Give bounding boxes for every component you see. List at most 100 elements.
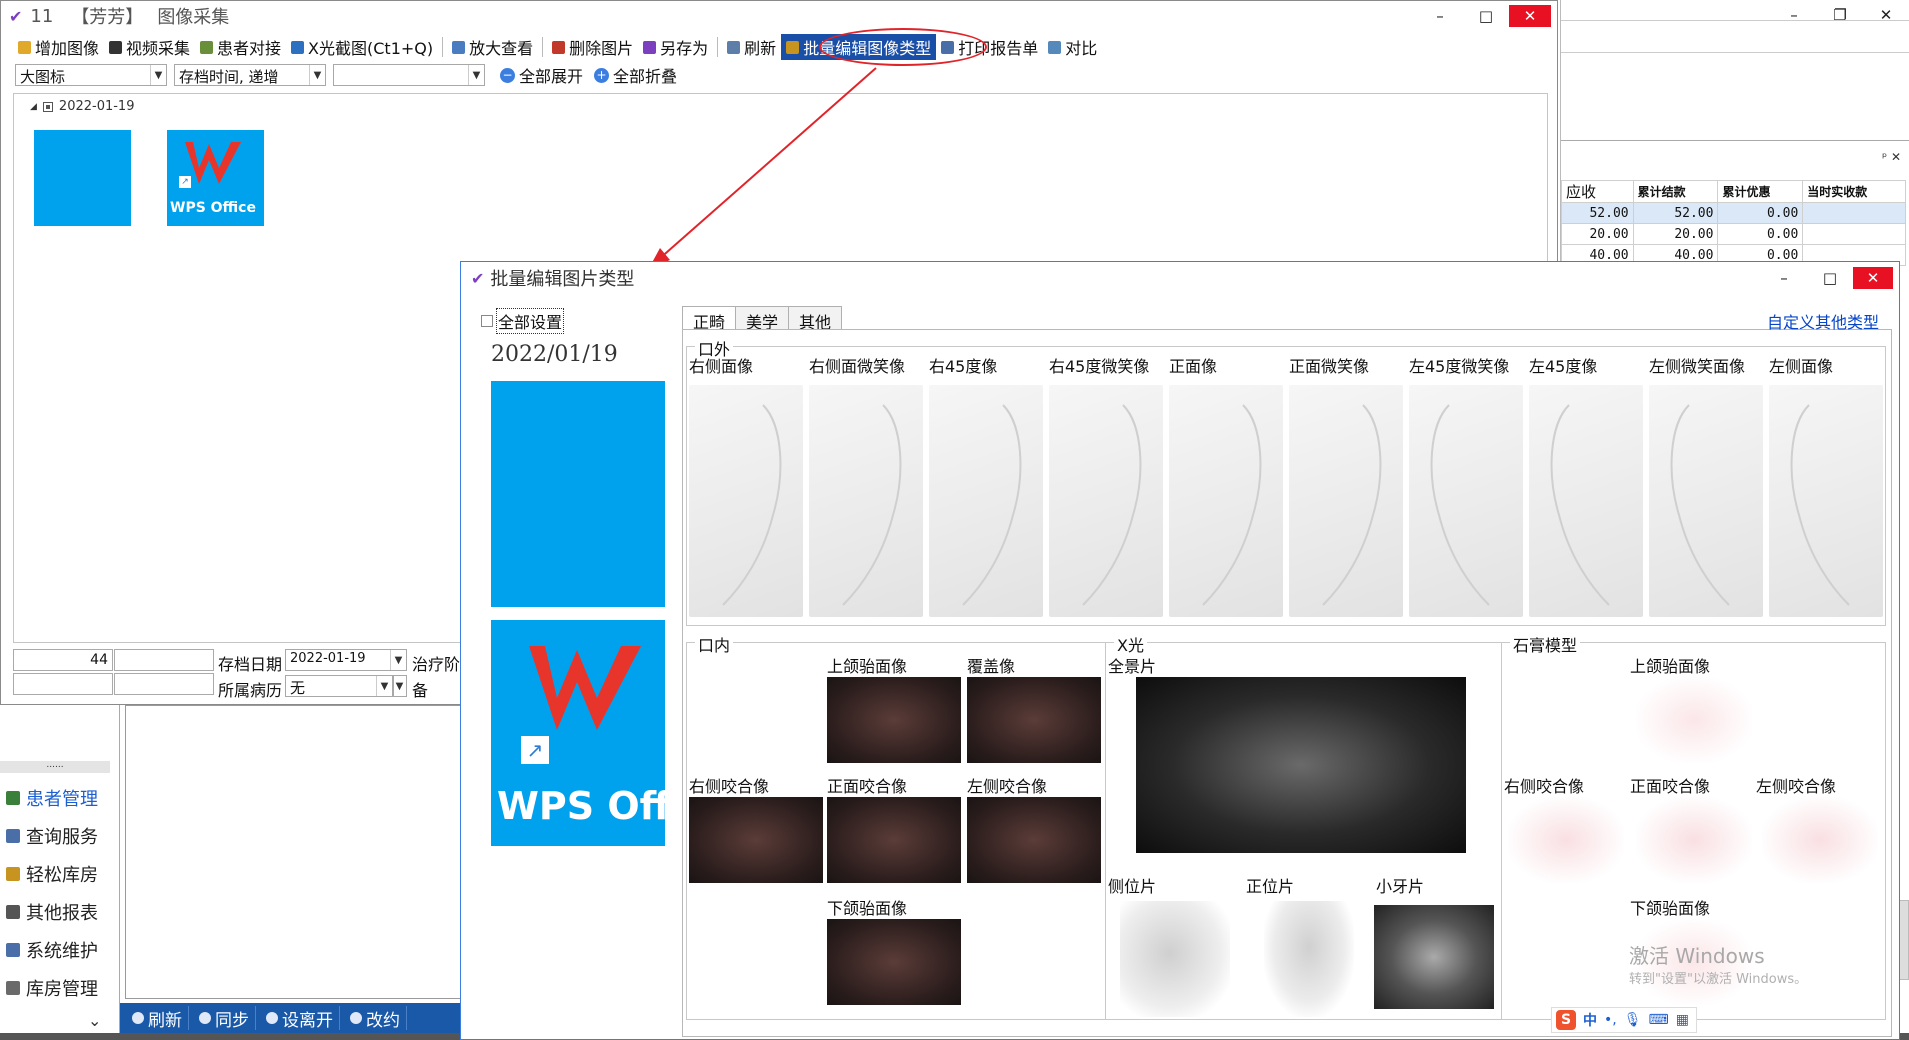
- tab-2[interactable]: 美学: [735, 306, 790, 332]
- panoramic-slot[interactable]: [1136, 677, 1466, 853]
- wps-logo-icon: [181, 138, 249, 188]
- chevron-down-icon[interactable]: ⌄: [88, 1011, 101, 1030]
- tab-3[interactable]: 其他: [788, 306, 843, 332]
- toolbar-button-2[interactable]: 视频采集: [104, 34, 195, 60]
- content-area: [125, 705, 465, 999]
- table-cell: 52.00: [1632, 202, 1719, 224]
- extraoral-slot[interactable]: [809, 385, 923, 617]
- table-cell: 0.00: [1717, 223, 1804, 245]
- extraoral-label: 左侧面像: [1769, 357, 1834, 376]
- lower-occlusal-slot[interactable]: [827, 919, 961, 1005]
- blank-field[interactable]: [114, 649, 214, 671]
- record-select-extra[interactable]: ▼: [393, 675, 407, 697]
- panoramic-label: 全景片: [1108, 657, 1157, 676]
- status-bar: 刷新 同步 设离开 改约: [120, 1003, 465, 1033]
- lateral-ceph-slot[interactable]: [1120, 901, 1230, 1017]
- maximize-icon[interactable]: □: [1807, 263, 1853, 293]
- expand-all-button[interactable]: − 全部展开: [495, 62, 588, 88]
- close-icon[interactable]: ✕: [1853, 267, 1893, 289]
- toolbar-button-1[interactable]: 增加图像: [13, 34, 104, 60]
- tab-1[interactable]: 正畸: [682, 306, 737, 332]
- sidebar-item-1[interactable]: 患者管理: [6, 785, 98, 811]
- toolbar-button-7[interactable]: 另存为: [638, 34, 713, 60]
- dialog-thumb-blue[interactable]: [491, 381, 665, 607]
- sidebar-item-3[interactable]: 轻松库房: [6, 861, 98, 887]
- table-header: 累计优惠: [1717, 180, 1804, 203]
- extraoral-slot[interactable]: [689, 385, 803, 617]
- archive-date-picker[interactable]: 2022-01-19 ▼: [285, 649, 407, 671]
- blank-field-2[interactable]: [13, 673, 113, 695]
- left-bite-slot[interactable]: [967, 797, 1101, 883]
- dialog-thumb-wps[interactable]: ↗ WPS Offic: [491, 620, 665, 846]
- overbite-slot[interactable]: [967, 677, 1101, 763]
- upper-occlusal-slot[interactable]: [827, 677, 961, 763]
- group-checkbox[interactable]: [42, 101, 53, 112]
- toolbar-button-5[interactable]: 放大查看: [447, 34, 538, 60]
- ime-language[interactable]: 中: [1583, 1010, 1597, 1030]
- extraoral-slot[interactable]: [1289, 385, 1403, 617]
- status-button-3[interactable]: 设离开: [260, 1006, 340, 1031]
- sidebar-item-2[interactable]: 查询服务: [6, 823, 98, 849]
- view-mode-select[interactable]: 大图标 ▼: [15, 64, 167, 86]
- maximize-icon[interactable]: □: [1463, 1, 1509, 31]
- status-button-4[interactable]: 改约: [344, 1006, 407, 1031]
- extraoral-slot[interactable]: [1049, 385, 1163, 617]
- record-label: 所属病历: [218, 681, 283, 700]
- microphone-icon[interactable]: 🎙: [1624, 1012, 1642, 1028]
- intraoral-title: 口内: [695, 632, 734, 656]
- tree-expand-icon[interactable]: ◢: [30, 102, 37, 112]
- extraoral-label: 右45度像: [929, 357, 998, 376]
- extraoral-slot[interactable]: [1769, 385, 1883, 617]
- custom-type-link[interactable]: 自定义其他类型: [1767, 309, 1879, 333]
- extraoral-slot[interactable]: [1649, 385, 1763, 617]
- filter-select[interactable]: ▼: [333, 64, 485, 86]
- record-select[interactable]: 无 ▼: [285, 675, 393, 697]
- extraoral-slot[interactable]: [1409, 385, 1523, 617]
- sidebar-item-5[interactable]: 系统维护: [6, 937, 98, 963]
- extraoral-slot[interactable]: [929, 385, 1043, 617]
- set-all-checkbox[interactable]: 全部设置: [481, 308, 565, 334]
- status-button-2[interactable]: 同步: [193, 1006, 256, 1031]
- table-row[interactable]: 20.00 20.00 0.00: [1561, 223, 1906, 245]
- keyboard-icon[interactable]: ⌨: [1649, 1012, 1669, 1028]
- minimize-icon[interactable]: –: [1417, 1, 1463, 31]
- ime-toolbar[interactable]: S 中 •, 🎙 ⌨ ▦: [1551, 1007, 1697, 1033]
- bg-window-controls: – ❐ ✕: [1771, 0, 1909, 30]
- sidebar-item-6[interactable]: 库房管理: [6, 975, 98, 1001]
- front-bite-slot[interactable]: [827, 797, 961, 883]
- restore-icon[interactable]: ❐: [1817, 0, 1863, 30]
- thumbnail-blue-image[interactable]: [34, 130, 131, 226]
- punctuation-icon[interactable]: •,: [1604, 1012, 1617, 1028]
- table-row[interactable]: 52.00 52.00 0.00: [1561, 202, 1906, 224]
- minimize-icon[interactable]: –: [1761, 263, 1807, 293]
- sidebar-item-4[interactable]: 其他报表: [6, 899, 98, 925]
- thumbnail-wps-image[interactable]: ↗ WPS Office: [167, 130, 264, 226]
- toolbar-button-3[interactable]: 患者对接: [195, 34, 286, 60]
- close-icon[interactable]: ✕: [1863, 0, 1909, 30]
- toolbar-button-4[interactable]: X光截图(Ct1+Q): [286, 34, 438, 60]
- toolbar-button-11[interactable]: 对比: [1043, 34, 1102, 60]
- status-button-1[interactable]: 刷新: [126, 1006, 189, 1031]
- right-bite-slot[interactable]: [689, 797, 823, 883]
- minimize-icon[interactable]: –: [1771, 0, 1817, 30]
- toolbar-button-8[interactable]: 刷新: [722, 34, 781, 60]
- frontal-ceph-slot[interactable]: [1264, 901, 1354, 1017]
- wps-dialog-label: WPS Offic: [497, 784, 665, 828]
- storage-icon: [6, 981, 20, 995]
- model-right-slot[interactable]: [1508, 797, 1624, 883]
- grid-menu-icon[interactable]: ▦: [1676, 1012, 1689, 1028]
- model-front-slot[interactable]: [1636, 797, 1752, 883]
- model-left-slot[interactable]: [1762, 797, 1878, 883]
- scrollbar[interactable]: [1899, 900, 1909, 980]
- blank-field-3[interactable]: [114, 673, 214, 695]
- extraoral-slot[interactable]: [1169, 385, 1283, 617]
- panel-pin-close[interactable]: ᵖ ✕: [1882, 150, 1901, 164]
- sort-select[interactable]: 存档时间, 递增 ▼: [174, 64, 326, 86]
- sidebar-splitter[interactable]: ......: [0, 761, 110, 773]
- toolbar-button-6[interactable]: 删除图片: [547, 34, 638, 60]
- model-upper-slot[interactable]: [1636, 677, 1752, 763]
- periapical-slot[interactable]: [1374, 905, 1494, 1009]
- extraoral-slot[interactable]: [1529, 385, 1643, 617]
- close-icon[interactable]: ✕: [1509, 5, 1551, 27]
- note-label: 备: [412, 681, 429, 700]
